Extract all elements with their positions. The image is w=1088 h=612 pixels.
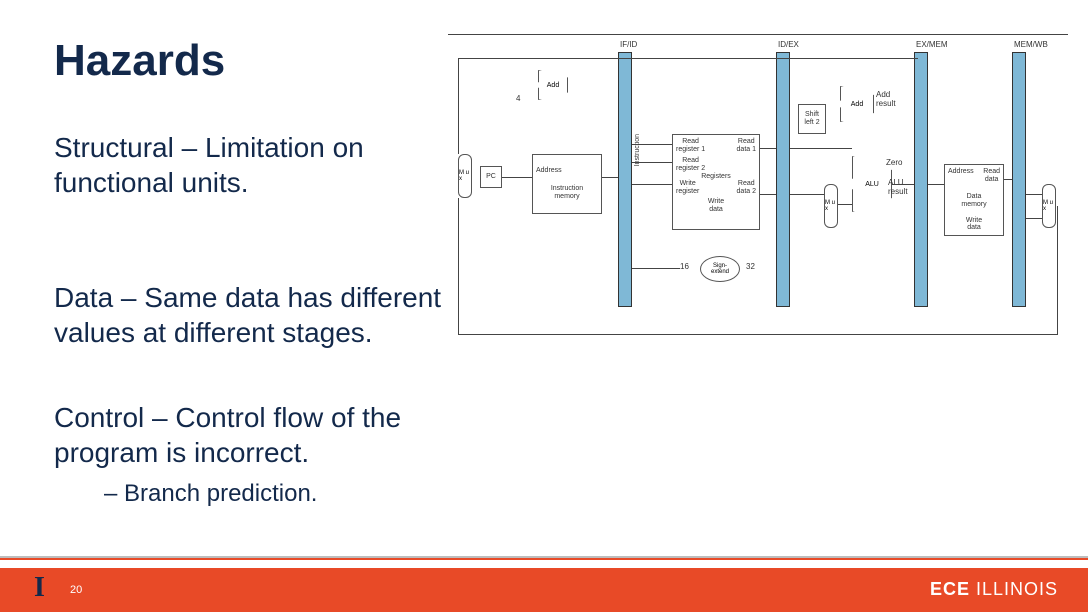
dmem-title: Data memory — [948, 193, 1000, 208]
rf-writereg: Write register — [676, 180, 699, 195]
stage-label-memwb: MEM/WB — [1014, 40, 1048, 49]
instruction-memory: Address Instruction memory — [532, 154, 602, 214]
dmem-wd: Write data — [948, 217, 1000, 232]
stage-label-ifid: IF/ID — [620, 40, 637, 49]
reg-ifid — [618, 52, 632, 307]
page-number: 20 — [70, 584, 82, 596]
mux-pc: M u x — [458, 154, 472, 198]
const-4: 4 — [516, 94, 520, 103]
register-file: Read register 1 Read data 1 Read registe… — [672, 134, 760, 230]
reg-exmem — [914, 52, 928, 307]
footer-school: ILLINOIS — [976, 579, 1058, 600]
imem-label: Instruction memory — [551, 185, 583, 200]
footer-dept: ECE — [930, 579, 970, 600]
sign-extend: Sign- extend — [700, 256, 740, 282]
rf-readdata2: Read data 2 — [737, 180, 756, 195]
paragraph-control: Control – Control flow of the program is… — [54, 400, 494, 470]
paragraph-data: Data – Same data has different values at… — [54, 280, 494, 350]
reg-idex — [776, 52, 790, 307]
reg-memwb — [1012, 52, 1026, 307]
slide-title: Hazards — [54, 36, 225, 86]
rf-readreg2: Read register 2 — [676, 157, 705, 172]
data-memory: Address Read data Data memory Write data — [944, 164, 1004, 236]
dmem-rd: Read data — [983, 168, 1000, 183]
shift-left-2: Shift left 2 — [798, 104, 826, 134]
imem-address-label: Address — [536, 167, 562, 175]
stage-label-exmem: EX/MEM — [916, 40, 948, 49]
rf-readdata1: Read data 1 — [737, 138, 756, 153]
footer: I 20 ECE ILLINOIS — [0, 556, 1088, 612]
stage-label-idex: ID/EX — [778, 40, 799, 49]
pipeline-diagram: IF/ID ID/EX EX/MEM MEM/WB M u x PC Addre… — [448, 34, 1068, 344]
alu-result: ALU result — [888, 178, 908, 196]
signext-in: 16 — [680, 262, 689, 271]
adder-pc4: Add — [538, 70, 568, 100]
rf-writedata: Write data — [676, 198, 756, 213]
alu-zero: Zero — [886, 158, 902, 167]
mux-alu-src: M u x — [824, 184, 838, 228]
paragraph-structural: Structural – Limitation on functional un… — [54, 130, 414, 200]
adder-branch: Add — [840, 86, 874, 122]
footer-bar — [0, 568, 1088, 612]
sub-bullet-branch-prediction: Branch prediction. — [104, 480, 317, 508]
dmem-addr: Address — [948, 168, 974, 183]
add-result-label: Add result — [876, 90, 896, 108]
mux-wb: M u x — [1042, 184, 1056, 228]
slide: Hazards Structural – Limitation on funct… — [0, 0, 1088, 612]
rf-readreg1: Read register 1 — [676, 138, 705, 153]
footer-affiliation: ECE ILLINOIS — [930, 579, 1058, 600]
pc: PC — [480, 166, 502, 188]
signext-out: 32 — [746, 262, 755, 271]
illinois-block-i-icon: I — [34, 572, 44, 604]
rf-title: Registers — [676, 173, 756, 181]
